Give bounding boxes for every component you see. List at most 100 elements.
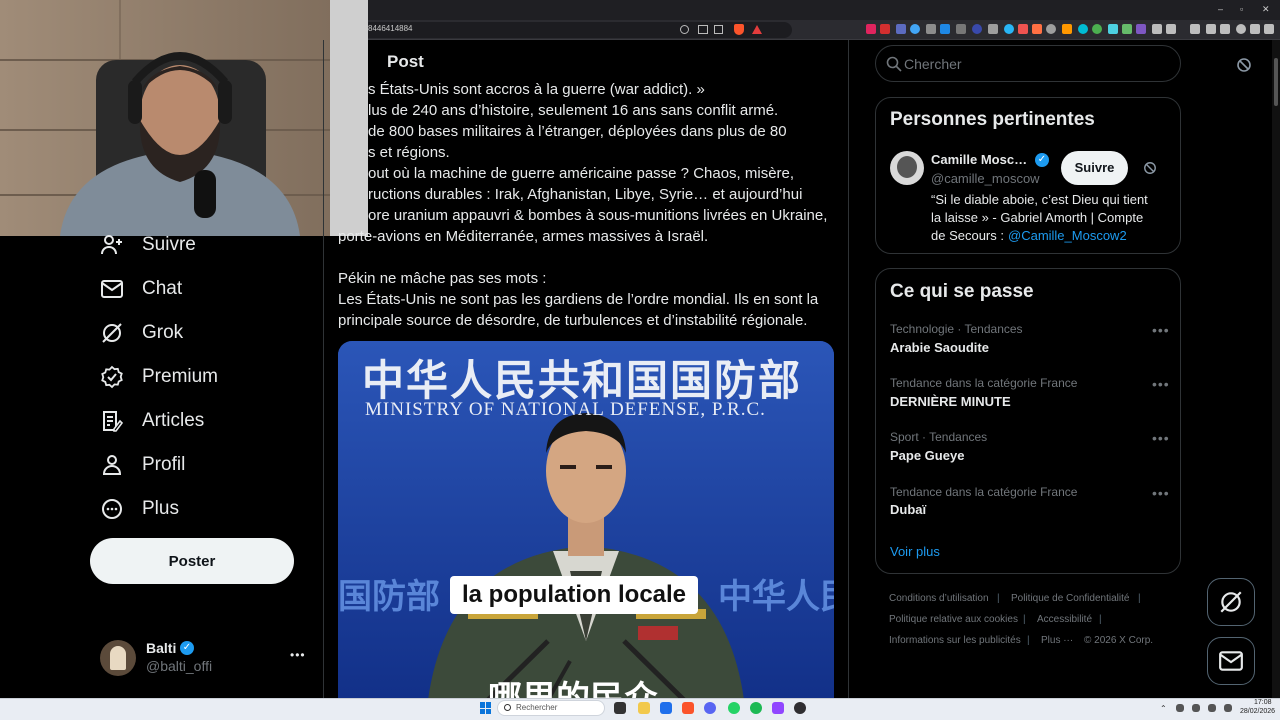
account-menu-icon[interactable]: ••• [290, 648, 306, 662]
extension-icon[interactable] [926, 24, 936, 34]
avatar[interactable] [890, 151, 924, 185]
footer-link[interactable]: Plus ··· [1041, 635, 1073, 646]
clock-date[interactable]: 28/02/2026 [1240, 708, 1275, 715]
nav-chat[interactable]: Chat [100, 273, 182, 305]
post-button[interactable]: Poster [90, 538, 294, 584]
person-bio-link[interactable]: @Camille_Moscow2 [1008, 228, 1127, 243]
extension-icon[interactable] [1062, 24, 1072, 34]
extension-icon[interactable] [956, 24, 966, 34]
maximize-button[interactable]: ▫ [1240, 4, 1243, 14]
task-view-icon[interactable] [614, 702, 626, 714]
footer-link[interactable]: Politique relative aux cookies [889, 614, 1018, 625]
spotify-icon[interactable] [750, 702, 762, 714]
extension-icon[interactable] [910, 24, 920, 34]
puzzle-icon[interactable] [1152, 24, 1162, 34]
extension-icon[interactable] [1136, 24, 1146, 34]
discord-icon[interactable] [704, 702, 716, 714]
app-icon[interactable] [660, 702, 672, 714]
tray-icon[interactable] [1176, 704, 1184, 712]
nav-grok[interactable]: Grok [100, 317, 183, 349]
nav-label: Premium [142, 366, 219, 387]
scrollbar-thumb[interactable] [1274, 58, 1278, 106]
zoom-icon[interactable] [680, 25, 689, 34]
messages-button[interactable] [1207, 637, 1255, 685]
footer-link[interactable]: Conditions d’utilisation [889, 593, 989, 604]
more-circle-icon [102, 499, 122, 519]
scrollbar[interactable] [1272, 40, 1280, 700]
extension-icon[interactable] [1108, 24, 1118, 34]
shield-icon[interactable] [1250, 24, 1260, 34]
download-icon[interactable] [1220, 24, 1230, 34]
more-options-icon[interactable]: ••• [1152, 430, 1170, 446]
twitch-icon[interactable] [772, 702, 784, 714]
extension-icon[interactable] [940, 24, 950, 34]
close-button[interactable]: ✕ [1262, 4, 1270, 15]
share-icon[interactable] [714, 25, 723, 34]
address-bar[interactable]: 8446414884 [362, 22, 792, 38]
nav-profil[interactable]: Profil [100, 449, 185, 481]
volume-icon[interactable] [1208, 704, 1216, 712]
extension-icon[interactable] [972, 24, 982, 34]
grok-button[interactable] [1207, 578, 1255, 626]
battery-icon[interactable] [1224, 704, 1232, 712]
extension-icon[interactable] [988, 24, 998, 34]
more-options-icon[interactable]: ••• [1152, 322, 1170, 338]
extension-icon[interactable] [1046, 24, 1056, 34]
footer-link[interactable]: Politique de Confidentialité [1011, 593, 1129, 604]
trend-name[interactable]: Dubaï [890, 502, 926, 517]
tray-chevron-icon[interactable]: ⌃ [1160, 704, 1167, 713]
person-name[interactable]: Camille Mosc… [931, 152, 1027, 167]
trend-name[interactable]: DERNIÈRE MINUTE [890, 394, 1011, 409]
more-options-icon[interactable]: ••• [1152, 485, 1170, 501]
nav-premium[interactable]: Premium [100, 361, 218, 393]
video-player[interactable]: 中华人民共和国国防部 MINISTRY OF NATIONAL DEFENSE,… [338, 341, 834, 700]
dismiss-icon[interactable] [1143, 161, 1157, 175]
footer-separator: | [1138, 593, 1141, 604]
nav-plus[interactable]: Plus [100, 493, 179, 525]
video-backdrop-text: 国防部 [338, 577, 440, 617]
nav-articles[interactable]: Articles [100, 405, 204, 437]
footer-link[interactable]: Informations sur les publicités [889, 635, 1021, 646]
obs-icon[interactable] [794, 702, 806, 714]
brave-shield-icon[interactable] [734, 24, 744, 35]
screen-icon[interactable] [698, 25, 708, 34]
extension-icon[interactable] [1018, 24, 1028, 34]
footer-link[interactable]: Accessibilité [1037, 614, 1092, 625]
grok-icon [1220, 591, 1242, 613]
account-switcher[interactable]: Balti ✓ @balti_offi ••• [100, 638, 310, 678]
search-input[interactable]: Chercher [875, 45, 1181, 82]
extension-icon[interactable] [1078, 24, 1088, 34]
nav-suivre[interactable]: Suivre [100, 229, 196, 261]
wifi-icon[interactable] [1192, 704, 1200, 712]
windows-start-icon[interactable] [480, 702, 492, 714]
extension-icon[interactable] [1032, 24, 1042, 34]
follow-button[interactable]: Suivre [1061, 151, 1128, 185]
file-explorer-icon[interactable] [638, 702, 650, 714]
extension-icon[interactable] [896, 24, 906, 34]
sidebar-icon[interactable] [1166, 24, 1176, 34]
menu-icon[interactable] [1264, 24, 1274, 34]
more-options-icon[interactable]: ••• [1152, 376, 1170, 392]
block-icon[interactable] [1236, 57, 1252, 73]
extension-icon[interactable] [1092, 24, 1102, 34]
trend-name[interactable]: Pape Gueye [890, 448, 964, 463]
extension-icon[interactable] [1004, 24, 1014, 34]
extension-icon[interactable] [1122, 24, 1132, 34]
whatsapp-icon[interactable] [728, 702, 740, 714]
extension-icon[interactable] [880, 24, 890, 34]
brave-icon[interactable] [682, 702, 694, 714]
trend-name[interactable]: Arabie Saoudite [890, 340, 989, 355]
divider [323, 40, 324, 700]
extension-icon[interactable] [866, 24, 876, 34]
brave-rewards-icon[interactable] [752, 25, 762, 34]
panel-icon[interactable] [1206, 24, 1216, 34]
music-icon[interactable] [1190, 24, 1200, 34]
profile-icon[interactable] [1236, 24, 1246, 34]
card-title: Personnes pertinentes [890, 109, 1095, 130]
minimize-button[interactable]: – [1218, 4, 1223, 14]
show-more-link[interactable]: Voir plus [890, 544, 940, 559]
copyright: © 2026 X Corp. [1084, 635, 1154, 646]
taskbar-search[interactable]: Rechercher [497, 700, 605, 716]
clock-time[interactable]: 17:08 [1254, 699, 1272, 706]
video-subtitle: la population locale [450, 576, 699, 614]
